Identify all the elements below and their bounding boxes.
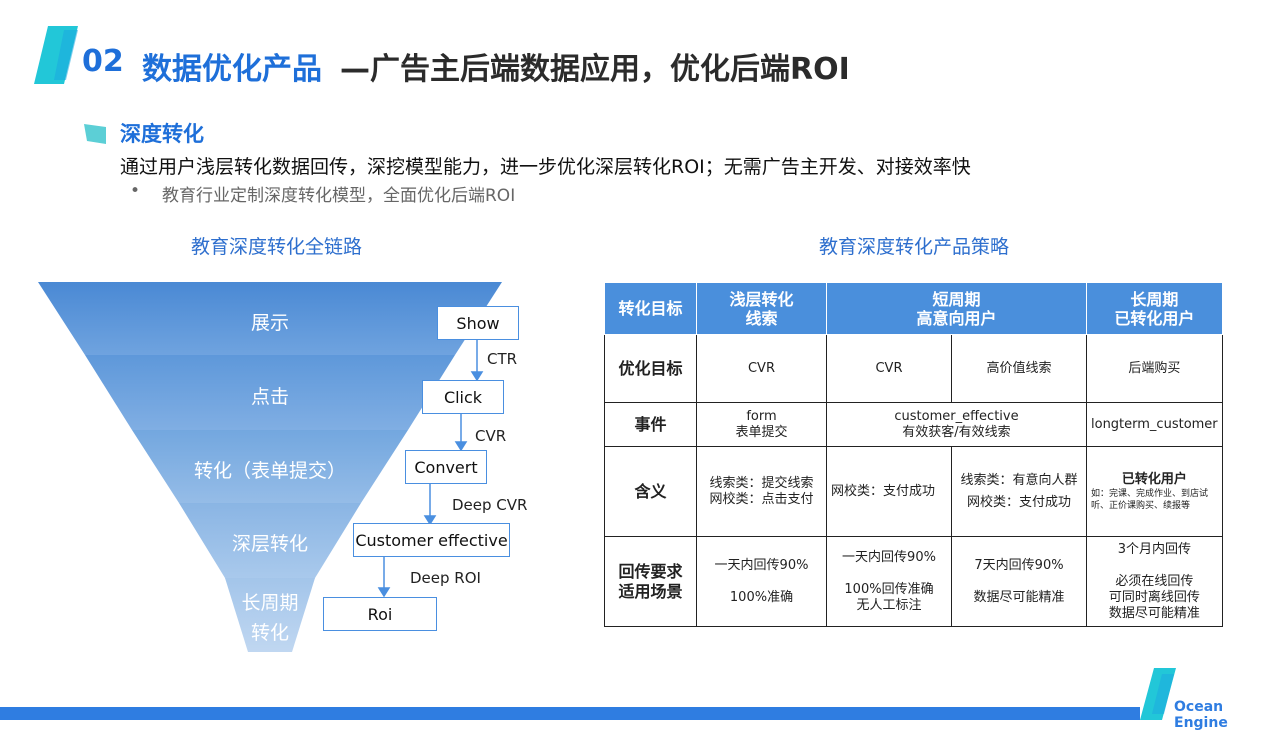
arrow-label-cvr: CVR bbox=[475, 427, 507, 445]
cell-meaning-shallow: 线索类：提交线索 网校类：点击支付 bbox=[696, 446, 827, 537]
cell-scenario-shallow: 一天内回传90% 100%准确 bbox=[696, 536, 827, 627]
arrow-label-ctr: CTR bbox=[487, 350, 518, 368]
cell-goal-long: 后端购买 bbox=[1086, 334, 1223, 403]
funnel-label-convert: 转化（表单提交） bbox=[193, 460, 346, 482]
cell-scenario-short-1: 一天内回传90% 100%回传准确 无人工标注 bbox=[826, 536, 952, 627]
cell-event-shallow: form 表单提交 bbox=[696, 402, 827, 447]
strategy-heading: 教育深度转化产品策略 bbox=[819, 236, 1010, 258]
row-head-event: 事件 bbox=[604, 402, 697, 447]
funnel-label-show: 展示 bbox=[250, 312, 289, 334]
table-row-scenario: 回传要求 适用场景 一天内回传90% 100%准确 一天内回传90% 100%回传准确… bbox=[604, 536, 1223, 627]
table-row-goal: 优化目标 CVR CVR 高价值线索 后端购买 bbox=[604, 334, 1223, 403]
row-head-scenario: 回传要求 适用场景 bbox=[604, 536, 697, 627]
cell-scenario-short-2: 7天内回传90% 数据尽可能精准 bbox=[951, 536, 1087, 627]
footer-bar bbox=[0, 707, 1140, 720]
box-click: Click bbox=[422, 380, 504, 414]
header-cell-goal: 转化目标 bbox=[604, 282, 697, 335]
header-cell-short: 短周期 高意向用户 bbox=[826, 282, 1087, 335]
cell-event-long: longterm_customer bbox=[1086, 402, 1223, 447]
header-cell-long: 长周期 已转化用户 bbox=[1086, 282, 1223, 335]
table-header-row: 转化目标 浅层转化 线索 短周期 高意向用户 长周期 已转化用户 bbox=[604, 282, 1223, 335]
cell-goal-short-1: CVR bbox=[826, 334, 952, 403]
cell-event-short: customer_effective 有效获客/有效线索 bbox=[826, 402, 1087, 447]
arrow-label-deep-cvr: Deep CVR bbox=[452, 496, 528, 514]
header-cell-shallow: 浅层转化 线索 bbox=[696, 282, 827, 335]
ocean-engine-logo-icon bbox=[1140, 668, 1176, 720]
cell-meaning-short-2: 线索类：有意向人群 网校类：支付成功 bbox=[951, 446, 1087, 537]
row-head-goal: 优化目标 bbox=[604, 334, 697, 403]
box-customer-effective: Customer effective bbox=[353, 523, 510, 557]
box-show: Show bbox=[437, 306, 519, 340]
cell-scenario-long: 3个月内回传 必须在线回传 可同时离线回传 数据尽可能精准 bbox=[1086, 536, 1223, 627]
funnel-label-click: 点击 bbox=[250, 386, 289, 408]
box-convert: Convert bbox=[405, 450, 487, 484]
strategy-table: 转化目标 浅层转化 线索 短周期 高意向用户 长周期 已转化用户 优化目标 CVR C… bbox=[604, 282, 1223, 627]
box-roi: Roi bbox=[323, 597, 437, 631]
table-row-event: 事件 form 表单提交 customer_effective 有效获客/有效线索 … bbox=[604, 402, 1223, 447]
cell-meaning-short-1: 网校类：支付成功 bbox=[826, 446, 952, 537]
cell-meaning-long: 已转化用户 如：完课、完成作业、到店试听、正价课购买、续报等 bbox=[1086, 446, 1223, 537]
cell-goal-short-2: 高价值线索 bbox=[951, 334, 1087, 403]
ocean-engine-logo-text: Ocean Engine bbox=[1174, 699, 1228, 731]
table-row-meaning: 含义 线索类：提交线索 网校类：点击支付 网校类：支付成功 线索类：有意向人群 网校… bbox=[604, 446, 1223, 537]
cell-goal-shallow: CVR bbox=[696, 334, 827, 403]
arrow-label-deep-roi: Deep ROI bbox=[410, 569, 481, 587]
row-head-meaning: 含义 bbox=[604, 446, 697, 537]
